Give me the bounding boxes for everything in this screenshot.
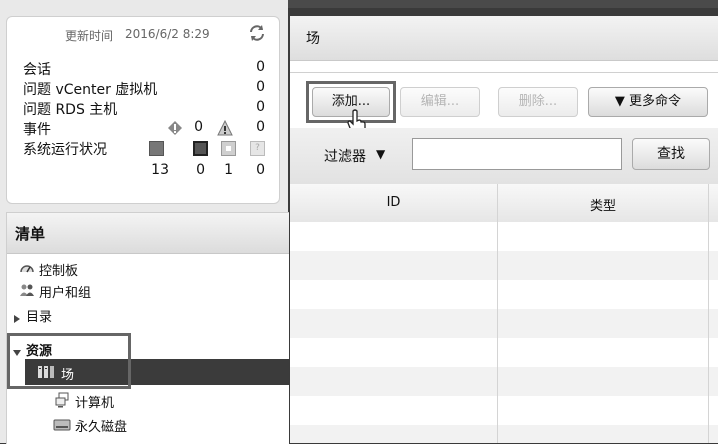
problem-rds-host-count[interactable]: 0 — [247, 99, 265, 115]
problem-rds-host-label[interactable]: 问题 RDS 主机 — [23, 99, 117, 119]
health-label: 系统运行状况 — [23, 142, 107, 158]
inventory-title: 清单 — [15, 225, 46, 243]
table-row[interactable] — [290, 222, 718, 251]
health-count-error[interactable]: 0 — [191, 162, 205, 178]
main-title-bar: 场 — [290, 16, 718, 61]
filter-input[interactable] — [412, 138, 622, 170]
problem-vcenter-vm-count[interactable]: 0 — [247, 79, 265, 95]
inventory-header: 清单 — [7, 213, 289, 254]
more-commands-button[interactable]: ▼ 更多命令 — [588, 87, 708, 117]
disk-icon — [53, 417, 71, 431]
filter-dropdown-arrow[interactable]: ▼ — [376, 147, 385, 161]
filter-label[interactable]: 过滤器 — [324, 146, 366, 166]
dashboard-icon — [19, 260, 35, 276]
search-button[interactable]: 查找 — [632, 138, 710, 170]
page-title: 场 — [306, 31, 320, 47]
nav-item-label: 永久磁盘 — [75, 420, 128, 435]
health-ok-icon — [149, 141, 164, 156]
update-time-label: 更新时间 — [65, 29, 114, 43]
health-unknown-icon: ? — [250, 141, 265, 156]
nav-item-persistent-disks[interactable]: 永久磁盘 — [7, 413, 289, 435]
users-groups-icon — [19, 282, 35, 298]
column-header-type[interactable]: 类型 — [498, 195, 708, 214]
table-row[interactable] — [290, 309, 718, 338]
nav-item-label: 目录 — [26, 310, 53, 325]
health-error-icon — [193, 141, 208, 156]
warning-icon — [217, 119, 233, 136]
health-count-ok[interactable]: 13 — [147, 162, 169, 178]
left-panel: 更新时间 2016/6/2 8:29 会话 0 问题 vCenter 虚拟机 0… — [0, 0, 289, 444]
nav-item-catalog[interactable]: 目录 — [7, 303, 289, 325]
refresh-icon[interactable] — [247, 23, 267, 43]
sessions-count[interactable]: 0 — [247, 59, 265, 75]
events-label[interactable]: 事件 — [23, 119, 51, 139]
problem-vcenter-vm-label[interactable]: 问题 vCenter 虚拟机 — [23, 79, 157, 99]
health-count-unknown[interactable]: 0 — [247, 162, 265, 178]
nav-item-dashboard[interactable]: 控制板 — [7, 257, 289, 279]
inventory-panel: 清单 控制板 用户和组 目录 资源 场 计算机 永久磁盘 — [6, 212, 289, 444]
table-row[interactable] — [290, 425, 718, 443]
edit-button[interactable]: 编辑... — [400, 87, 480, 117]
sessions-label[interactable]: 会话 — [23, 59, 51, 79]
events-warning-count[interactable]: 0 — [247, 119, 265, 135]
table-header: ID 类型 — [290, 184, 718, 223]
action-toolbar: 添加... 编辑... 删除... ▼ 更多命令 — [290, 72, 718, 136]
triangle-right-icon[interactable] — [12, 309, 22, 323]
filter-bar: 过滤器 ▼ 查找 — [290, 128, 718, 185]
summary-panel: 更新时间 2016/6/2 8:29 会话 0 问题 vCenter 虚拟机 0… — [6, 16, 280, 204]
table-row[interactable] — [290, 338, 718, 367]
events-error-count[interactable]: 0 — [189, 119, 203, 135]
table-row[interactable] — [290, 396, 718, 425]
nav-item-computers[interactable]: 计算机 — [7, 389, 289, 411]
table-row[interactable] — [290, 251, 718, 280]
health-count-warning[interactable]: 1 — [219, 162, 233, 178]
delete-button[interactable]: 删除... — [498, 87, 578, 117]
health-warning-icon — [221, 141, 236, 156]
column-divider — [708, 184, 709, 443]
table-row[interactable] — [290, 280, 718, 309]
update-time-value: 2016/6/2 8:29 — [125, 27, 210, 41]
table-row[interactable] — [290, 367, 718, 396]
nav-item-label: 计算机 — [75, 396, 115, 411]
computer-icon — [55, 392, 71, 408]
nav-item-users-groups[interactable]: 用户和组 — [7, 279, 289, 301]
column-header-id[interactable]: ID — [290, 195, 497, 210]
nav-item-label: 用户和组 — [39, 286, 92, 301]
resources-highlight-box — [7, 333, 131, 389]
column-divider — [497, 184, 498, 443]
nav-item-label: 控制板 — [39, 264, 79, 279]
main-panel: 场 添加... 编辑... 删除... ▼ 更多命令 过滤器 ▼ 查找 ID 类… — [290, 16, 718, 443]
error-icon — [167, 120, 183, 136]
